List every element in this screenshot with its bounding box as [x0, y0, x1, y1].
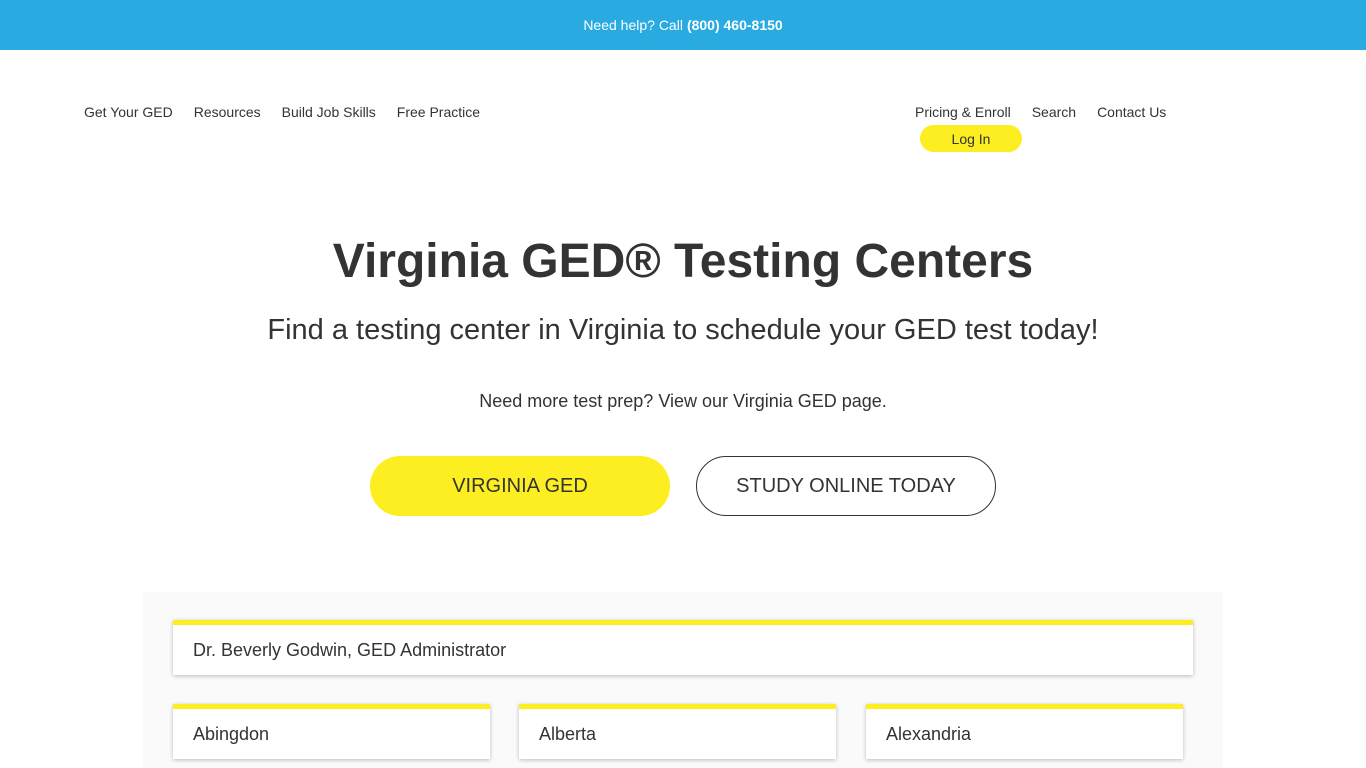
- city-card-alexandria[interactable]: Alexandria: [866, 704, 1183, 759]
- city-card-label: Abingdon: [193, 723, 270, 744]
- secondary-nav: Pricing & Enroll Search Contact Us: [915, 104, 1187, 120]
- page-title: Virginia GED® Testing Centers: [332, 235, 1034, 288]
- nav-free-practice[interactable]: Free Practice: [397, 104, 480, 120]
- login-button[interactable]: Log In: [920, 125, 1022, 152]
- primary-nav: Get Your GED Resources Build Job Skills …: [84, 104, 501, 120]
- nav-search[interactable]: Search: [1032, 104, 1076, 120]
- help-bar: Need help? Call (800) 460-8150: [0, 0, 1366, 50]
- admin-card[interactable]: Dr. Beverly Godwin, GED Administrator: [173, 620, 1193, 675]
- help-text: Need help? Call: [583, 17, 683, 33]
- nav-pricing-enroll[interactable]: Pricing & Enroll: [915, 104, 1011, 120]
- study-online-button[interactable]: STUDY ONLINE TODAY: [696, 456, 996, 516]
- city-card-alberta[interactable]: Alberta: [519, 704, 836, 759]
- virginia-ged-button[interactable]: VIRGINIA GED: [370, 456, 670, 516]
- nav-contact-us[interactable]: Contact Us: [1097, 104, 1166, 120]
- nav-build-job-skills[interactable]: Build Job Skills: [282, 104, 376, 120]
- admin-card-label: Dr. Beverly Godwin, GED Administrator: [193, 639, 507, 660]
- city-card-label: Alexandria: [886, 723, 972, 744]
- city-card-abingdon[interactable]: Abingdon: [173, 704, 490, 759]
- nav-resources[interactable]: Resources: [194, 104, 261, 120]
- city-card-label: Alberta: [539, 723, 597, 744]
- page-subtitle: Find a testing center in Virginia to sch…: [267, 314, 1099, 346]
- prep-link-text[interactable]: Need more test prep? View our Virginia G…: [0, 391, 1366, 412]
- nav-get-your-ged[interactable]: Get Your GED: [84, 104, 173, 120]
- phone-link[interactable]: (800) 460-8150: [687, 17, 783, 33]
